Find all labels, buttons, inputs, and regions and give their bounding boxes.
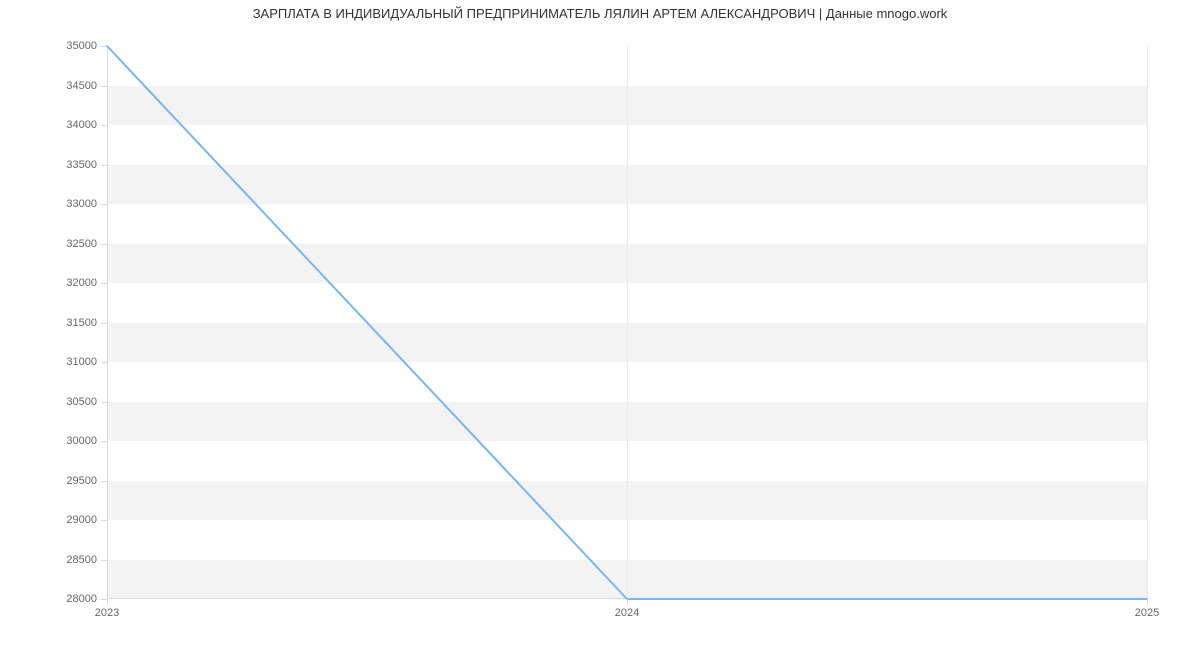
y-tick [101,441,107,442]
y-tick [101,204,107,205]
y-tick-label: 35000 [66,40,97,52]
y-tick-label: 29000 [66,514,97,526]
y-tick [101,125,107,126]
x-tick-label: 2025 [1135,607,1159,619]
y-tick-label: 32500 [66,238,97,250]
y-tick-label: 28500 [66,554,97,566]
y-tick [101,165,107,166]
y-tick [101,560,107,561]
x-tick-label: 2024 [615,607,639,619]
x-tick [107,599,108,605]
y-tick-label: 31500 [66,317,97,329]
x-gridline [1147,46,1148,599]
x-tick [627,599,628,605]
y-tick [101,46,107,47]
y-tick [101,86,107,87]
y-tick [101,283,107,284]
y-tick [101,323,107,324]
y-tick-label: 28000 [66,593,97,605]
chart-title: ЗАРПЛАТА В ИНДИВИДУАЛЬНЫЙ ПРЕДПРИНИМАТЕЛ… [0,6,1200,21]
y-tick-label: 30000 [66,435,97,447]
y-tick [101,402,107,403]
chart-container: ЗАРПЛАТА В ИНДИВИДУАЛЬНЫЙ ПРЕДПРИНИМАТЕЛ… [0,0,1200,650]
y-tick-label: 31000 [66,356,97,368]
line-series [107,46,1147,599]
y-tick-label: 34500 [66,80,97,92]
y-tick-label: 30500 [66,396,97,408]
y-tick [101,520,107,521]
y-tick-label: 32000 [66,277,97,289]
x-tick [1147,599,1148,605]
y-tick-label: 29500 [66,475,97,487]
plot-area: 2800028500290002950030000305003100031500… [107,46,1147,599]
y-tick-label: 33000 [66,198,97,210]
x-tick-label: 2023 [95,607,119,619]
y-tick [101,362,107,363]
y-tick [101,244,107,245]
y-tick [101,481,107,482]
y-tick-label: 33500 [66,159,97,171]
y-tick-label: 34000 [66,119,97,131]
